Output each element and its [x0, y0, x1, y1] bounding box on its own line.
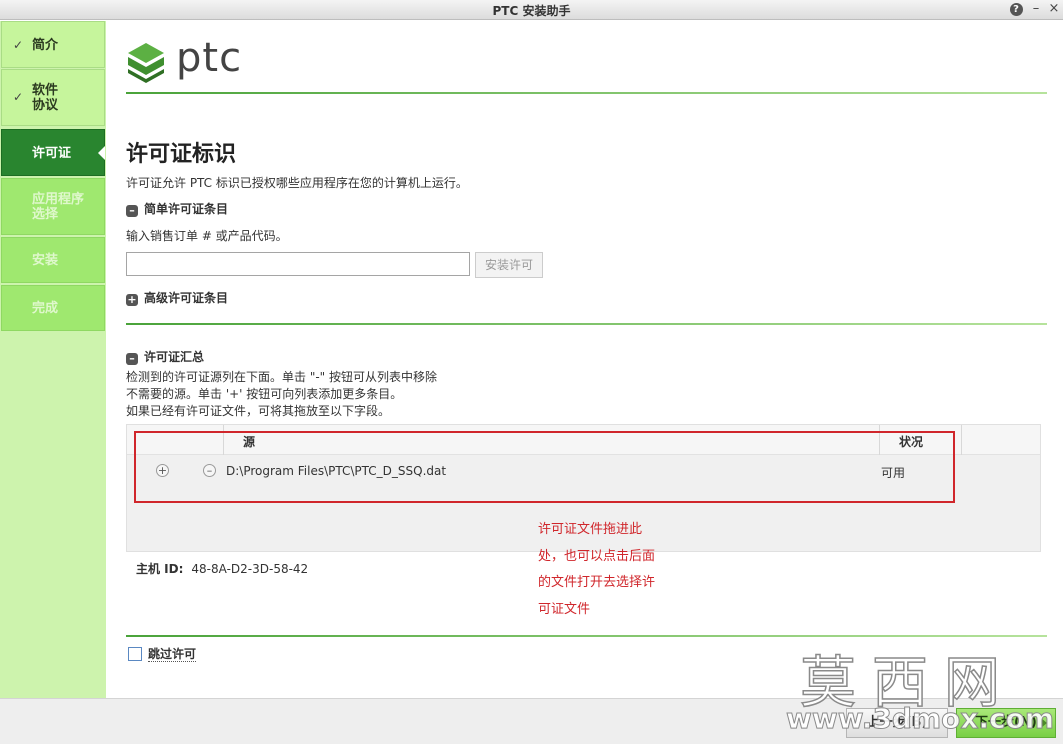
- summary-text-line: 检测到的许可证源列在下面。单击 "-" 按钮可从列表中移除: [126, 370, 438, 384]
- checkbox-icon[interactable]: [128, 647, 142, 661]
- sidebar-item-label: 完成: [32, 301, 59, 316]
- sidebar-item-label: 许可证: [32, 146, 72, 161]
- active-pointer-icon: [98, 146, 105, 160]
- collapse-icon: –: [126, 205, 138, 217]
- sidebar-item-label: 软件 协议: [32, 83, 59, 113]
- sidebar-item-label: 应用程序 选择: [32, 192, 85, 222]
- sidebar-item-license[interactable]: 许可证: [1, 129, 105, 176]
- title-bar: PTC 安装助手 ? – ×: [0, 0, 1063, 20]
- minimize-icon[interactable]: –: [1028, 1, 1044, 16]
- annotation-highlight-box: [134, 431, 955, 503]
- divider: [126, 323, 1047, 325]
- summary-text-line: 不需要的源。单击 '+' 按钮可向列表添加更多条目。: [126, 387, 403, 401]
- order-instruction: 输入销售订单 # 或产品代码。: [126, 229, 288, 243]
- sidebar-item-intro[interactable]: ✓ 简介: [1, 21, 105, 68]
- host-id-value: 48-8A-D2-3D-58-42: [191, 562, 309, 576]
- sidebar-item-install[interactable]: 安装: [1, 237, 105, 283]
- expand-icon: +: [126, 293, 138, 306]
- divider: [126, 635, 1047, 637]
- help-icon[interactable]: ?: [1008, 1, 1024, 16]
- sidebar-item-finish[interactable]: 完成: [1, 285, 105, 331]
- host-id-label: 主机 ID:: [136, 562, 184, 576]
- simple-license-toggle[interactable]: – 简单许可证条目: [126, 200, 228, 217]
- page-description: 许可证允许 PTC 标识已授权哪些应用程序在您的计算机上运行。: [126, 176, 468, 190]
- page-title: 许可证标识: [126, 142, 237, 167]
- sidebar-item-label: 安装: [32, 253, 59, 268]
- divider: [126, 92, 1047, 94]
- summary-text-line: 如果已经有许可证文件，可将其拖放至以下字段。: [126, 404, 391, 418]
- skip-license-label: 跳过许可: [148, 647, 197, 662]
- sidebar-item-app-select[interactable]: 应用程序 选择: [1, 178, 105, 235]
- advanced-license-toggle[interactable]: + 高级许可证条目: [126, 289, 228, 306]
- logo-text: ptc: [176, 35, 243, 81]
- collapse-icon: –: [126, 353, 138, 365]
- check-icon: ✓: [13, 38, 24, 52]
- order-number-input[interactable]: [126, 252, 470, 276]
- main-content: ptc 许可证标识 许可证允许 PTC 标识已授权哪些应用程序在您的计算机上运行…: [106, 21, 1063, 698]
- license-summary-toggle[interactable]: – 许可证汇总: [126, 348, 204, 365]
- sidebar: ✓ 简介 ✓ 软件 协议 许可证 应用程序 选择 安装 完成: [0, 21, 106, 698]
- install-license-button[interactable]: 安装许可: [475, 252, 543, 278]
- section-label: 简单许可证条目: [144, 202, 229, 216]
- sidebar-item-agreement[interactable]: ✓ 软件 协议: [1, 69, 105, 126]
- section-label: 高级许可证条目: [144, 291, 229, 305]
- close-icon[interactable]: ×: [1046, 1, 1062, 16]
- host-id: 主机 ID: 48-8A-D2-3D-58-42: [136, 560, 308, 577]
- sidebar-item-label: 简介: [32, 38, 59, 53]
- ptc-logo-icon: [128, 43, 164, 83]
- annotation-note: 许可证文件拖进此 处，也可以点击后面 的文件打开去选择许 可证文件: [538, 522, 656, 617]
- ptc-logo: ptc: [126, 35, 256, 85]
- window-title: PTC 安装助手: [492, 4, 571, 18]
- watermark-url: www.3dmox.com: [785, 702, 1055, 736]
- section-label: 许可证汇总: [144, 350, 205, 364]
- skip-license-checkbox[interactable]: 跳过许可: [128, 645, 197, 662]
- check-icon: ✓: [13, 90, 24, 104]
